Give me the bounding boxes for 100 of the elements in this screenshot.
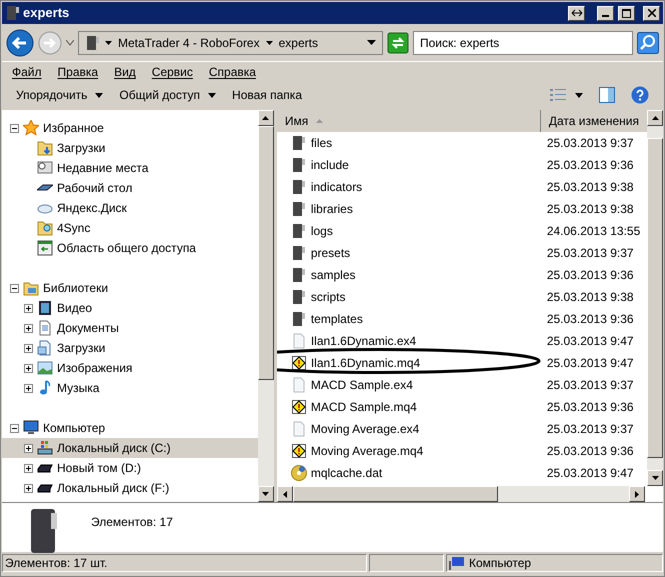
drive-icon bbox=[37, 440, 53, 456]
menu-item[interactable]: Вид bbox=[114, 63, 136, 81]
toolbar-button[interactable]: Новая папка bbox=[228, 84, 306, 106]
collapse-icon bbox=[10, 284, 19, 292]
tree-item[interactable]: Локальный диск (C:) bbox=[2, 438, 258, 458]
film-icon bbox=[37, 300, 53, 316]
file-name[interactable]: mqlcache.dat bbox=[310, 464, 382, 482]
minimize-button[interactable] bbox=[597, 6, 614, 20]
tree-item[interactable]: Недавние места bbox=[2, 158, 258, 178]
refresh-arrows-icon bbox=[387, 32, 409, 54]
warning-file-icon bbox=[290, 355, 307, 371]
list-view-icon bbox=[549, 87, 567, 103]
resize-button[interactable] bbox=[568, 6, 585, 20]
address-bar[interactable]: MetaTrader 4 - RoboForex experts bbox=[78, 30, 383, 54]
tree-item[interactable]: Рабочий стол bbox=[2, 178, 258, 198]
horizontal-scrollbar[interactable] bbox=[276, 486, 645, 502]
tree-item[interactable]: Локальный диск (F:) bbox=[2, 478, 258, 498]
tree-item[interactable]: Загрузки bbox=[2, 338, 258, 358]
close-icon bbox=[648, 9, 656, 17]
tree-item[interactable]: Яндекс.Диск bbox=[2, 198, 258, 218]
tree-item[interactable]: Загрузки bbox=[2, 138, 258, 158]
blank-file-icon bbox=[290, 377, 307, 393]
pane-icon bbox=[599, 87, 615, 103]
folder-download-icon bbox=[37, 140, 53, 156]
search-icon bbox=[637, 32, 659, 54]
expand-icon bbox=[24, 444, 33, 452]
up-arrow-icon bbox=[652, 116, 658, 120]
file-name[interactable]: include bbox=[310, 156, 349, 174]
share-icon bbox=[37, 240, 53, 256]
file-name[interactable]: indicators bbox=[310, 178, 362, 196]
file-name[interactable]: Moving Average.mq4 bbox=[310, 442, 424, 460]
expand-icon bbox=[24, 344, 33, 352]
file-date: 25.03.2013 9:37 bbox=[546, 421, 634, 438]
search-field[interactable]: Поиск: experts bbox=[413, 30, 633, 54]
double-arrow-icon bbox=[570, 9, 582, 17]
tree-item[interactable]: Изображения bbox=[2, 358, 258, 378]
file-name[interactable]: libraries bbox=[310, 200, 353, 218]
file-name[interactable]: samples bbox=[310, 266, 356, 284]
tree-item[interactable]: Область общего доступа bbox=[2, 238, 258, 258]
blank-file-icon bbox=[290, 421, 307, 437]
search-button[interactable] bbox=[637, 32, 659, 54]
close-button[interactable] bbox=[643, 6, 660, 20]
file-name[interactable]: templates bbox=[310, 310, 363, 328]
disc-icon bbox=[290, 465, 307, 481]
caret-icon bbox=[208, 92, 216, 98]
file-name[interactable]: scripts bbox=[310, 288, 346, 306]
tree-item[interactable]: Видео bbox=[2, 298, 258, 318]
file-date: 25.03.2013 9:36 bbox=[546, 399, 634, 416]
expand-icon bbox=[24, 384, 33, 392]
file-name[interactable]: MACD Sample.ex4 bbox=[310, 376, 413, 394]
down-arrow-icon bbox=[652, 476, 658, 480]
warning-file-icon bbox=[290, 399, 307, 415]
file-date: 25.03.2013 9:36 bbox=[546, 443, 634, 460]
file-date: 25.03.2013 9:47 bbox=[546, 355, 634, 372]
file-date: 25.03.2013 9:37 bbox=[546, 135, 634, 152]
tree-item[interactable]: Музыка bbox=[2, 378, 258, 398]
monitor-icon bbox=[23, 420, 39, 436]
toolbar-button[interactable]: Упорядочить bbox=[12, 84, 108, 106]
tree-item[interactable]: Избранное bbox=[2, 118, 258, 138]
document-icon bbox=[37, 340, 53, 356]
breadcrumb-link[interactable]: experts bbox=[278, 34, 318, 52]
tree-item[interactable]: Документы bbox=[2, 318, 258, 338]
file-name[interactable]: logs bbox=[310, 222, 333, 240]
expand-icon bbox=[24, 304, 33, 312]
menu-item[interactable]: Сервис bbox=[152, 63, 193, 81]
tree-item[interactable]: Компьютер bbox=[2, 418, 258, 438]
file-date: 25.03.2013 9:37 bbox=[546, 245, 634, 262]
help-icon bbox=[631, 86, 649, 104]
tree-item[interactable]: 4Sync bbox=[2, 218, 258, 238]
menu-item[interactable]: Файл bbox=[12, 63, 42, 81]
file-name[interactable]: files bbox=[310, 134, 332, 152]
binder-icon bbox=[290, 201, 307, 217]
tree-item[interactable]: Новый том (D:) bbox=[2, 458, 258, 478]
image-icon bbox=[37, 360, 53, 376]
document-icon bbox=[37, 320, 53, 336]
history-dropdown[interactable] bbox=[66, 40, 74, 46]
file-name[interactable]: presets bbox=[310, 244, 350, 262]
up-arrow-icon bbox=[262, 116, 270, 120]
file-date: 25.03.2013 9:38 bbox=[546, 289, 634, 306]
binder-icon bbox=[85, 34, 99, 50]
tree-item[interactable]: Библиотеки bbox=[2, 278, 258, 298]
sort-arrow-icon bbox=[316, 119, 324, 123]
binder-icon bbox=[290, 245, 307, 261]
forward-button[interactable] bbox=[38, 30, 62, 54]
file-name[interactable]: Moving Average.ex4 bbox=[310, 420, 420, 438]
vertical-scrollbar[interactable] bbox=[647, 110, 663, 486]
toolbar-button[interactable]: Общий доступ bbox=[115, 84, 220, 106]
menu-item[interactable]: Справка bbox=[208, 63, 256, 81]
back-button[interactable] bbox=[6, 28, 34, 56]
menu-item[interactable]: Правка bbox=[58, 63, 98, 81]
caret-icon bbox=[95, 92, 104, 98]
vertical-scrollbar[interactable] bbox=[258, 110, 274, 502]
file-name[interactable]: MACD Sample.mq4 bbox=[310, 398, 417, 416]
breadcrumb-link[interactable]: MetaTrader 4 - RoboForex bbox=[118, 34, 260, 52]
expand-icon bbox=[24, 464, 33, 472]
maximize-button[interactable] bbox=[618, 6, 635, 20]
expand-icon bbox=[24, 364, 33, 372]
file-name[interactable]: Ilan1.6Dynamic.ex4 bbox=[310, 332, 416, 350]
caret-icon bbox=[367, 40, 376, 45]
refresh-button[interactable] bbox=[387, 32, 409, 54]
